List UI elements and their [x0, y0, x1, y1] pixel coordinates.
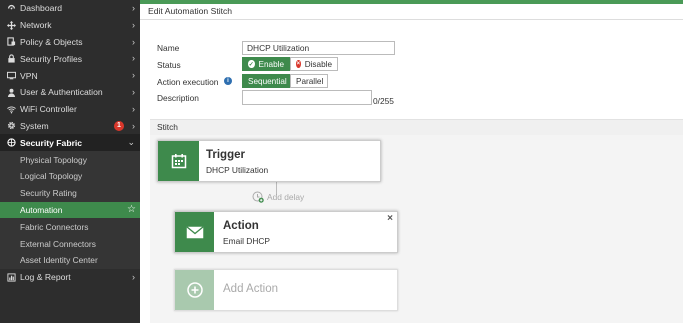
sidebar-subitem-label: Logical Topology: [20, 171, 83, 182]
chevron-down-icon: ⌄: [127, 137, 135, 148]
chevron-right-icon: ›: [132, 3, 135, 13]
stitch-canvas: Trigger DHCP Utilization Add delay Actio…: [150, 135, 683, 323]
check-icon: ✓: [248, 60, 255, 68]
name-input[interactable]: DHCP Utilization: [242, 41, 395, 55]
sidebar-subitem-physical-topology[interactable]: Physical Topology: [0, 151, 140, 168]
add-action-label: Add Action: [223, 283, 278, 295]
vpn-icon: [6, 71, 16, 81]
close-icon: ×: [296, 60, 301, 68]
enable-button-label: Enable: [258, 59, 285, 69]
trigger-subtitle: DHCP Utilization: [206, 165, 269, 175]
stitch-section-header: Stitch: [150, 119, 683, 135]
sidebar-subitem-fabric-connectors[interactable]: Fabric Connectors: [0, 218, 140, 236]
chevron-right-icon: ›: [132, 36, 135, 47]
sidebar-item-label: Dashboard: [20, 3, 63, 14]
chevron-right-icon: ›: [132, 86, 135, 97]
sidebar-item-network[interactable]: Network ›: [0, 17, 140, 34]
sidebar-item-security-fabric[interactable]: Security Fabric ⌄: [0, 134, 140, 152]
sidebar-item-policy-objects[interactable]: Policy & Objects ›: [0, 34, 140, 51]
disable-button[interactable]: × Disable: [290, 57, 338, 71]
sidebar-item-user-authentication[interactable]: User & Authentication ›: [0, 84, 140, 101]
clock-plus-icon: [252, 191, 264, 203]
description-label: Description: [157, 93, 199, 103]
wifi-icon: [6, 104, 16, 114]
notification-badge: 1: [114, 120, 124, 131]
chevron-right-icon: ›: [132, 120, 135, 131]
add-delay-button[interactable]: Add delay: [252, 191, 304, 203]
network-icon: [6, 20, 16, 30]
sidebar-subitem-logical-topology[interactable]: Logical Topology: [0, 167, 140, 185]
char-count: 0/255: [373, 96, 394, 106]
gear-icon: [6, 121, 16, 131]
action-execution-label: Action execution: [157, 77, 219, 87]
star-icon[interactable]: ☆: [127, 204, 136, 215]
close-icon[interactable]: ×: [387, 213, 393, 224]
plus-icon: [175, 270, 214, 310]
sidebar-item-label: Security Profiles: [20, 53, 83, 64]
disable-button-label: Disable: [304, 59, 332, 69]
sidebar-subitem-label: Physical Topology: [20, 154, 87, 165]
sidebar-item-security-profiles[interactable]: Security Profiles ›: [0, 50, 140, 67]
sidebar-subitem-label: Asset Identity Center: [20, 255, 98, 266]
add-delay-label: Add delay: [267, 192, 305, 202]
sidebar-item-label: Policy & Objects: [20, 36, 83, 47]
info-icon[interactable]: i: [224, 77, 232, 85]
description-textarea[interactable]: [242, 90, 372, 105]
sidebar-item-wifi-controller[interactable]: WiFi Controller ›: [0, 101, 140, 118]
sidebar-item-label: System: [20, 120, 49, 131]
sidebar-item-log-report[interactable]: Log & Report ›: [0, 269, 140, 286]
chevron-right-icon: ›: [132, 103, 135, 114]
sequential-button[interactable]: Sequential: [242, 74, 290, 88]
sidebar-item-dashboard[interactable]: Dashboard ›: [0, 0, 140, 17]
sidebar-item-label: Network: [20, 20, 52, 31]
enable-button[interactable]: ✓ Enable: [242, 57, 290, 71]
action-title: Action: [223, 220, 259, 232]
sidebar-item-vpn[interactable]: VPN ›: [0, 67, 140, 84]
calendar-icon: [158, 141, 199, 181]
sidebar-subitem-automation[interactable]: Automation ☆: [0, 201, 140, 219]
name-label: Name: [157, 43, 180, 53]
chevron-right-icon: ›: [132, 19, 135, 30]
sidebar-subitem-label: Automation: [20, 204, 63, 215]
sequential-button-label: Sequential: [248, 76, 287, 86]
sidebar-subitem-label: Security Rating: [20, 188, 77, 199]
sidebar-subitem-asset-identity-center[interactable]: Asset Identity Center: [0, 251, 140, 269]
sidebar-subitem-external-connectors[interactable]: External Connectors: [0, 235, 140, 252]
trigger-card[interactable]: Trigger DHCP Utilization: [157, 140, 381, 182]
chevron-right-icon: ›: [132, 53, 135, 64]
action-subtitle: Email DHCP: [223, 236, 270, 246]
page-title-text: Edit Automation Stitch: [148, 6, 233, 16]
chart-icon: [6, 272, 16, 282]
action-card[interactable]: Action Email DHCP ×: [174, 211, 398, 253]
sidebar-subitem-security-rating[interactable]: Security Rating: [0, 184, 140, 202]
sidebar-item-label: VPN: [20, 70, 38, 81]
fabric-icon: [6, 138, 16, 148]
dashboard-icon: [6, 3, 16, 13]
parallel-button-label: Parallel: [296, 76, 324, 86]
add-action-card[interactable]: Add Action: [174, 269, 398, 311]
sidebar-item-system[interactable]: System 1 ›: [0, 118, 140, 135]
sidebar-item-label: Security Fabric: [20, 137, 83, 148]
envelope-icon: [175, 212, 214, 252]
sidebar: Dashboard › Network › Policy & Objects ›…: [0, 0, 140, 323]
chevron-right-icon: ›: [132, 70, 135, 81]
sidebar-item-label: Log & Report: [20, 272, 71, 283]
trigger-title: Trigger: [206, 149, 245, 161]
name-input-value: DHCP Utilization: [247, 43, 310, 53]
sidebar-item-label: User & Authentication: [20, 87, 103, 98]
user-icon: [6, 87, 16, 97]
status-label: Status: [157, 60, 181, 70]
sidebar-subitem-label: Fabric Connectors: [20, 221, 89, 232]
sidebar-item-label: WiFi Controller: [20, 104, 77, 115]
parallel-button[interactable]: Parallel: [290, 74, 328, 88]
page-title: Edit Automation Stitch: [140, 4, 683, 20]
stitch-section-label: Stitch: [157, 122, 178, 132]
chevron-right-icon: ›: [132, 271, 135, 282]
policy-icon: [6, 37, 16, 47]
lock-icon: [6, 54, 16, 64]
sidebar-subitem-label: External Connectors: [20, 238, 96, 249]
main-content: Name DHCP Utilization Status ✓ Enable × …: [140, 20, 683, 323]
